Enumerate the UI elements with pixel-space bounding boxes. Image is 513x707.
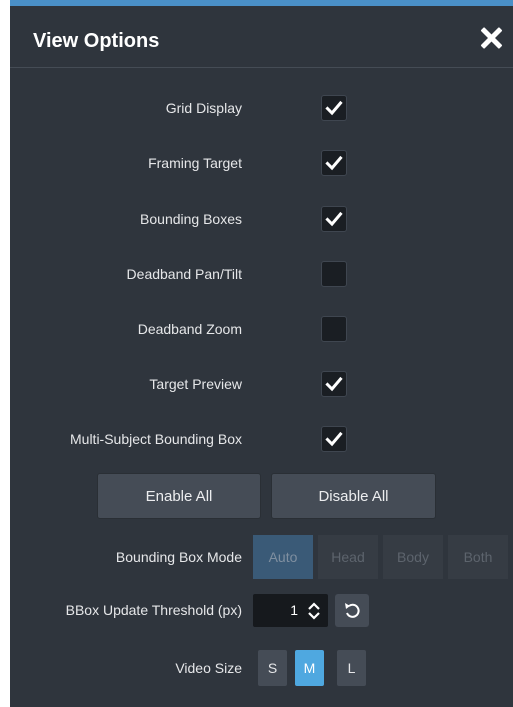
option-label: Framing Target xyxy=(148,155,242,171)
option-label: Multi-Subject Bounding Box xyxy=(70,431,242,447)
undo-icon xyxy=(345,603,360,618)
checkmark-icon xyxy=(325,211,343,227)
video-size-l[interactable]: L xyxy=(337,650,366,686)
deadband-zoom-checkbox[interactable] xyxy=(321,316,347,342)
view-options-dialog: View Options Grid Display Framing Target… xyxy=(10,0,513,707)
checkmark-icon xyxy=(325,155,343,171)
threshold-value: 1 xyxy=(290,602,298,618)
bounding-boxes-checkbox[interactable] xyxy=(321,206,347,232)
option-row-grid-display: Grid Display xyxy=(10,88,513,128)
spinner-arrows-icon[interactable] xyxy=(308,602,320,620)
disable-all-button[interactable]: Disable All xyxy=(271,473,436,519)
bbox-mode-auto[interactable]: Auto xyxy=(253,535,313,579)
checkmark-icon xyxy=(325,100,343,116)
reset-threshold-button[interactable] xyxy=(335,594,369,627)
option-label: Deadband Pan/Tilt xyxy=(126,266,242,282)
dialog-title: View Options xyxy=(33,30,160,52)
threshold-stepper[interactable]: 1 xyxy=(253,594,328,627)
video-size-m[interactable]: M xyxy=(295,650,324,686)
bbox-mode-label: Bounding Box Mode xyxy=(115,549,242,565)
close-icon[interactable] xyxy=(477,24,505,52)
option-row-deadband-pan-tilt: Deadband Pan/Tilt xyxy=(10,254,513,294)
dialog-header: View Options xyxy=(10,6,513,68)
option-row-framing-target: Framing Target xyxy=(10,143,513,183)
checkmark-icon xyxy=(325,376,343,392)
option-row-deadband-zoom: Deadband Zoom xyxy=(10,309,513,349)
target-preview-checkbox[interactable] xyxy=(321,371,347,397)
bbox-mode-head[interactable]: Head xyxy=(318,535,378,579)
bbox-mode-body[interactable]: Body xyxy=(383,535,443,579)
deadband-pan-tilt-checkbox[interactable] xyxy=(321,261,347,287)
framing-target-checkbox[interactable] xyxy=(321,150,347,176)
option-label: Bounding Boxes xyxy=(140,211,242,227)
grid-display-checkbox[interactable] xyxy=(321,95,347,121)
option-row-bounding-boxes: Bounding Boxes xyxy=(10,199,513,239)
option-row-target-preview: Target Preview xyxy=(10,364,513,404)
video-size-label: Video Size xyxy=(175,660,242,676)
enable-all-button[interactable]: Enable All xyxy=(97,473,261,519)
threshold-label: BBox Update Threshold (px) xyxy=(65,602,242,618)
option-label: Target Preview xyxy=(149,376,242,392)
option-label: Deadband Zoom xyxy=(137,321,242,337)
bbox-mode-both[interactable]: Both xyxy=(448,535,508,579)
multi-subject-bbox-checkbox[interactable] xyxy=(321,426,347,452)
video-size-s[interactable]: S xyxy=(258,650,287,686)
option-row-multi-subject-bbox: Multi-Subject Bounding Box xyxy=(10,419,513,459)
option-label: Grid Display xyxy=(165,100,242,116)
checkmark-icon xyxy=(325,431,343,447)
